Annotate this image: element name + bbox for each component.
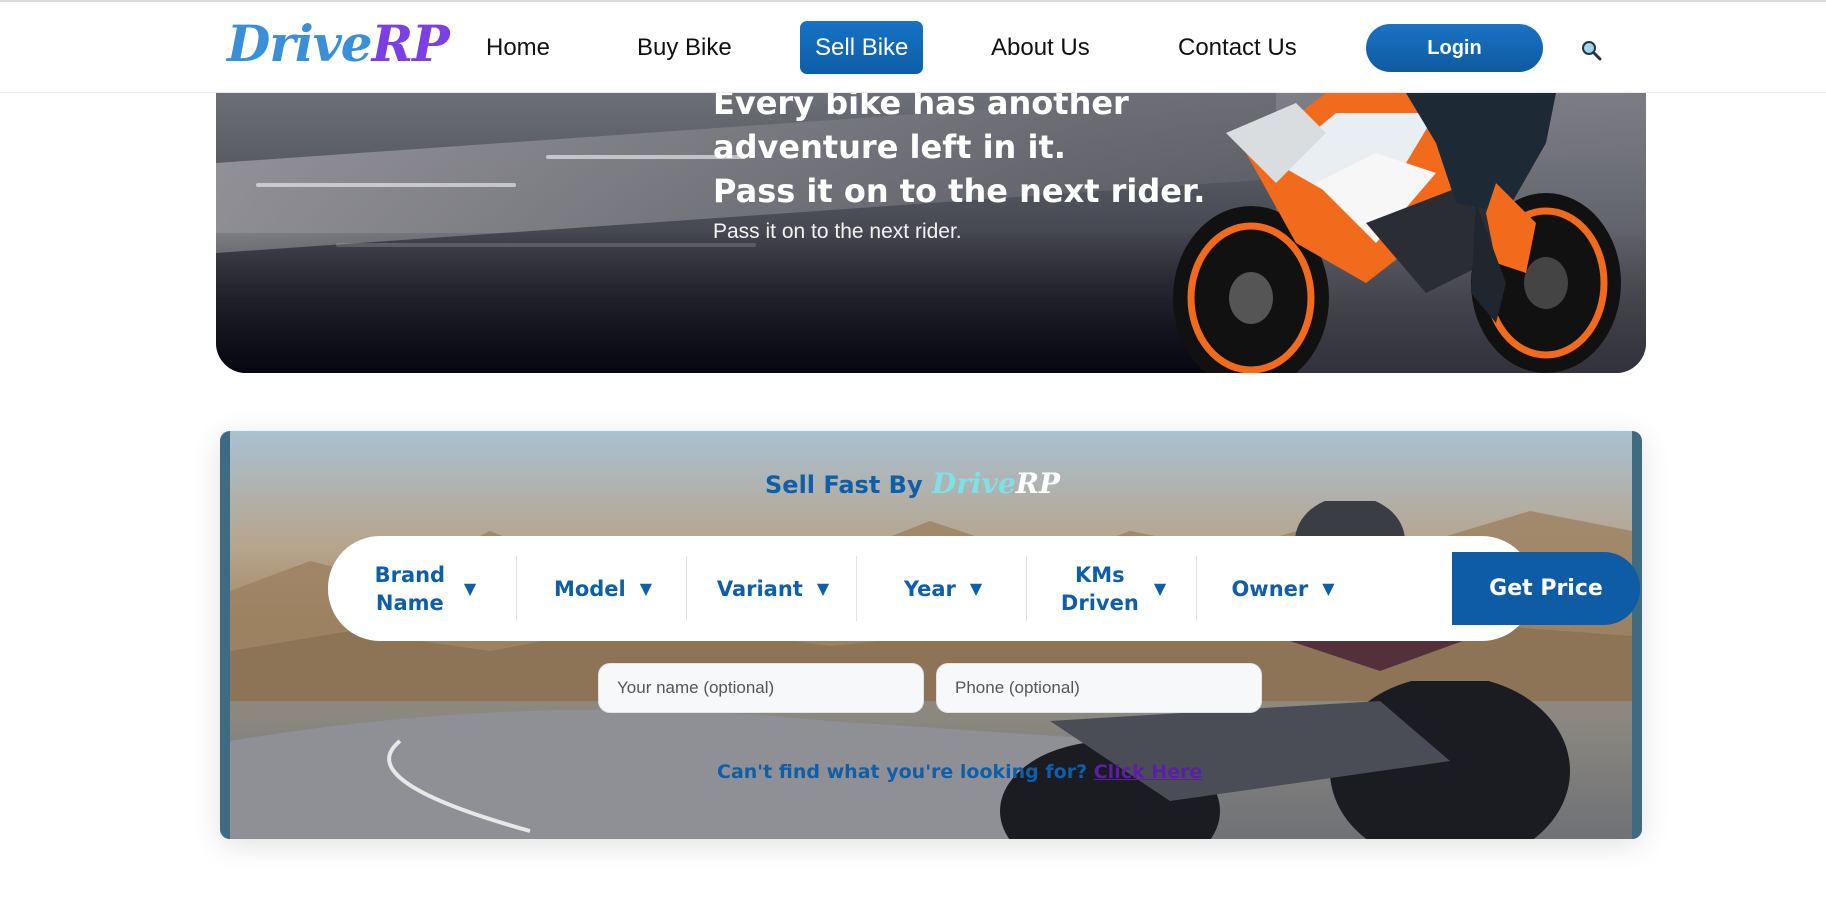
- hero-headline-line3: Pass it on to the next rider.: [713, 172, 1206, 210]
- hero-banner: Every bike has another adventure left in…: [216, 93, 1646, 373]
- nav-buy-bike[interactable]: Buy Bike: [637, 21, 732, 74]
- hero-headline-line1: Every bike has another: [713, 93, 1129, 122]
- variant-dropdown[interactable]: Variant ▼: [688, 552, 858, 625]
- caret-down-icon: ▼: [639, 578, 653, 598]
- divider: [1026, 556, 1027, 621]
- caret-down-icon: ▼: [463, 578, 477, 598]
- sell-brand-logo: DriveRP: [932, 467, 1060, 500]
- logo-part-rp: RP: [371, 14, 450, 73]
- variant-label: Variant: [716, 576, 803, 601]
- divider: [856, 556, 857, 621]
- hero-subtitle: Pass it on to the next rider.: [713, 220, 962, 243]
- caret-down-icon: ▼: [1153, 578, 1167, 598]
- help-question: Can't find what you're looking for?: [717, 761, 1088, 783]
- divider: [686, 556, 687, 621]
- year-dropdown[interactable]: Year ▼: [858, 552, 1028, 625]
- year-label: Year: [903, 576, 956, 601]
- sell-title: Sell Fast By: [765, 471, 923, 499]
- login-button[interactable]: Login: [1366, 24, 1543, 72]
- nav-contact-us[interactable]: Contact Us: [1178, 21, 1297, 74]
- kms-driven-dropdown[interactable]: KMs Driven ▼: [1028, 552, 1198, 625]
- logo-part-drive: Drive: [227, 14, 373, 73]
- hero-headline-line2: adventure left in it.: [713, 128, 1066, 166]
- road-curve: [230, 681, 1570, 839]
- name-input[interactable]: [598, 663, 924, 713]
- nav-sell-bike[interactable]: Sell Bike: [800, 21, 924, 74]
- nav-about-us[interactable]: About Us: [991, 21, 1090, 74]
- caret-down-icon: ▼: [1322, 578, 1335, 598]
- sell-logo-part-drive: Drive: [932, 467, 1016, 500]
- divider: [1196, 556, 1197, 621]
- model-dropdown[interactable]: Model ▼: [518, 552, 688, 625]
- sell-form-section: Sell Fast By DriveRP Brand Name ▼ Model …: [220, 431, 1642, 839]
- hero-headline: Every bike has another adventure left in…: [713, 93, 1273, 213]
- help-text: Can't find what you're looking for? Clic…: [717, 761, 1202, 783]
- nav-home[interactable]: Home: [486, 21, 550, 74]
- caret-down-icon: ▼: [816, 578, 830, 598]
- phone-input[interactable]: [936, 663, 1262, 713]
- get-price-button[interactable]: Get Price: [1452, 552, 1640, 625]
- brand-name-label: Brand Name: [374, 562, 446, 615]
- divider: [516, 556, 517, 621]
- brand-name-dropdown[interactable]: Brand Name ▼: [348, 552, 498, 625]
- owner-dropdown[interactable]: Owner ▼: [1198, 552, 1368, 625]
- owner-label: Owner: [1231, 576, 1309, 601]
- sell-logo-part-rp: RP: [1015, 467, 1061, 500]
- brand-logo[interactable]: DriveRP: [227, 14, 450, 73]
- filter-bar: Brand Name ▼ Model ▼ Variant ▼ Year ▼ KM…: [328, 536, 1640, 641]
- caret-down-icon: ▼: [969, 578, 983, 598]
- model-label: Model: [553, 576, 626, 601]
- site-header: DriveRP Home Buy Bike Sell Bike About Us…: [0, 2, 1826, 93]
- click-here-link[interactable]: Click Here: [1094, 761, 1203, 783]
- kms-driven-label: KMs Driven: [1060, 562, 1139, 615]
- search-icon[interactable]: [1580, 39, 1602, 61]
